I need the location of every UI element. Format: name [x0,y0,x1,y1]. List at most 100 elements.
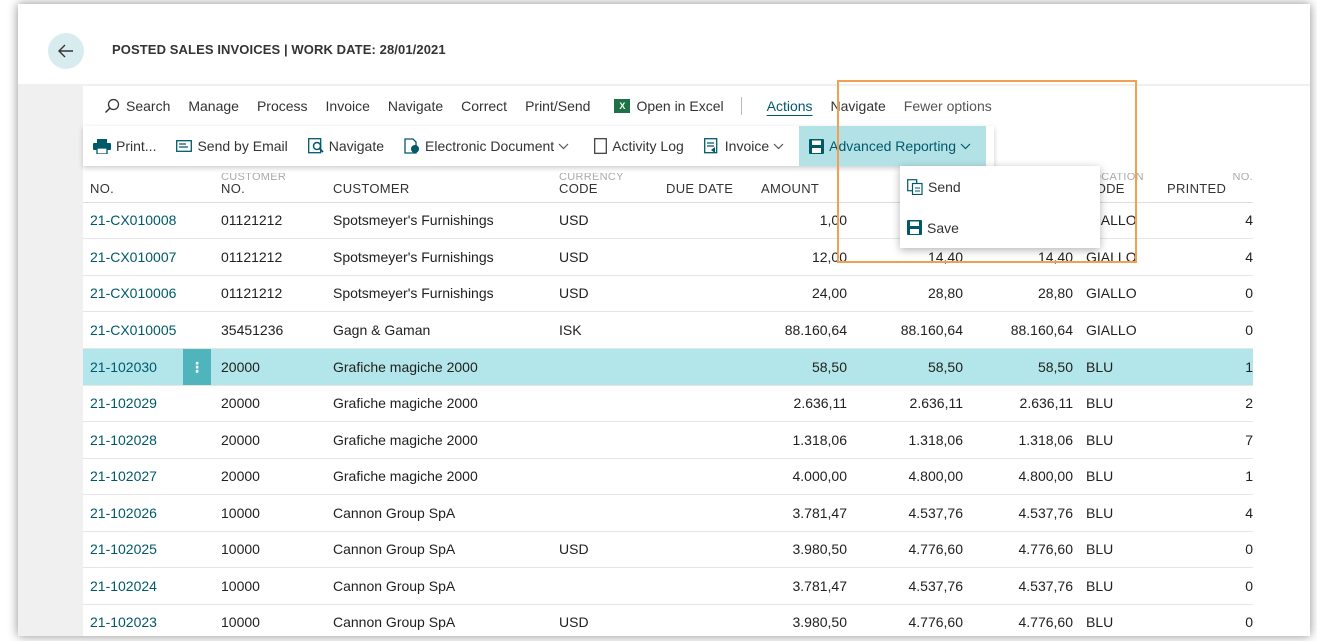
email-icon [176,140,193,152]
header-no[interactable]: NO. [83,166,183,203]
invoice-button[interactable]: Invoice [694,126,799,166]
cell-due-date [666,458,761,495]
cell-invoice-no[interactable]: 21-102028 [83,421,183,459]
table-row[interactable]: 21-102024 10000 Cannon Group SpA 3.781,47 4.… [83,567,1253,605]
cell-amount-incl-vat: 4.537,76 [847,494,963,532]
table-row[interactable]: 21-102030 ⋮ 20000 Grafiche magiche 2000 58,5… [83,348,1253,386]
cell-location-code: BLU [1073,567,1167,605]
table-row[interactable]: 21-102025 10000 Cannon Group SpA USD 3.980,5… [83,531,1253,568]
cell-no-printed: 4 [1167,202,1253,239]
menu-print-send[interactable]: Print/Send [516,98,599,114]
print-button[interactable]: Print... [83,126,166,166]
open-in-excel-button[interactable]: X Open in Excel [605,98,732,114]
cell-due-date [666,275,761,312]
electronic-document-button[interactable]: Electronic Document [394,126,584,166]
cell-customer-name: Spotsmeyer's Furnishings [333,275,559,312]
table-row[interactable]: 21-102029 20000 Grafiche magiche 2000 2.636… [83,385,1253,422]
tab-actions[interactable]: Actions [758,98,822,114]
send-menu-item[interactable]: Send [900,166,1100,207]
header-amount[interactable]: AMOUNT [761,166,847,203]
menu-manage[interactable]: Manage [179,98,248,114]
cell-invoice-no[interactable]: 21-102027 [83,458,183,495]
activity-log-button[interactable]: Activity Log [584,126,694,166]
header-customer-no[interactable]: CUSTOMER NO. [221,166,333,203]
menu-correct[interactable]: Correct [452,98,516,114]
cell-invoice-no[interactable]: 21-102025 [83,531,183,568]
row-menu-icon[interactable]: ⋮ [183,348,211,385]
cell-amount-incl-vat: 4.776,60 [847,531,963,568]
header-customer-no-label: NO. [221,180,246,196]
cell-amount: 58,50 [761,348,847,386]
cell-amount-incl-vat: 4.776,60 [847,604,963,641]
cell-row-menu [183,275,221,312]
cell-row-menu [183,421,221,459]
table-row[interactable]: 21-CX010006 01121212 Spotsmeyer's Furnishi… [83,275,1253,312]
tab-navigate[interactable]: Navigate [822,98,895,114]
cell-invoice-no[interactable]: 21-102026 [83,494,183,532]
table-row[interactable]: 21-102028 20000 Grafiche magiche 2000 1.318… [83,421,1253,459]
cell-invoice-no[interactable]: 21-102024 [83,567,183,605]
send-by-email-button[interactable]: Send by Email [166,126,297,166]
cell-currency-code: USD [559,238,666,276]
invoice-label: Invoice [724,138,770,154]
cell-invoice-no[interactable]: 21-102029 [83,385,183,422]
cell-remaining-amount: 4.776,60 [963,604,1073,641]
cell-amount: 2.636,11 [761,385,847,422]
cell-customer-name: Cannon Group SpA [333,494,559,532]
menu-navigate[interactable]: Navigate [379,98,452,114]
cell-customer-no: 20000 [221,458,333,495]
header-printed-top: NO. [1232,172,1253,181]
cell-customer-name: Spotsmeyer's Furnishings [333,238,559,276]
cell-amount-incl-vat: 88.160,64 [847,311,963,349]
cell-invoice-no[interactable]: 21-102030 [83,348,183,386]
table-row[interactable]: 21-CX010005 35451236 Gagn & Gaman ISK 88.160… [83,311,1253,349]
header-printed-label: PRINTED [1167,180,1227,196]
cell-currency-code: USD [559,531,666,568]
header-customer[interactable]: CUSTOMER [333,166,559,203]
table-row[interactable]: 21-102026 10000 Cannon Group SpA 3.781,47 4.… [83,494,1253,532]
cell-currency-code [559,348,666,386]
header-due-date[interactable]: DUE DATE [666,166,761,203]
cell-remaining-amount: 4.800,00 [963,458,1073,495]
cell-due-date [666,567,761,605]
cell-amount-incl-vat: 58,50 [847,348,963,386]
cell-invoice-no[interactable]: 21-102023 [83,604,183,641]
command-bar-divider [740,97,742,115]
cell-amount-incl-vat: 4.537,76 [847,567,963,605]
table-row[interactable]: 21-102023 10000 Cannon Group SpA USD 3.980,5… [83,604,1253,641]
header-currency-code[interactable]: CURRENCY CODE [559,166,666,203]
advanced-reporting-dropdown: Send Save [900,166,1100,248]
cell-customer-no: 10000 [221,567,333,605]
header-no-printed[interactable]: NO. PRINTED [1167,166,1253,203]
advanced-reporting-button[interactable]: Advanced Reporting [799,126,987,166]
cell-row-menu [183,604,221,641]
cell-invoice-no[interactable]: 21-CX010005 [83,311,183,349]
cell-row-menu [183,238,221,276]
navigate-icon [307,138,324,154]
cell-amount: 12,00 [761,238,847,276]
table-row[interactable]: 21-102027 20000 Grafiche magiche 2000 4.000… [83,458,1253,495]
back-button[interactable] [48,33,84,69]
menu-invoice[interactable]: Invoice [317,98,379,114]
cell-customer-no: 20000 [221,348,333,386]
invoice-icon [703,138,718,154]
cell-invoice-no[interactable]: 21-CX010008 [83,202,183,239]
navigate-label: Navigate [328,138,385,154]
cell-invoice-no[interactable]: 21-CX010007 [83,238,183,276]
search-button[interactable]: Search [95,98,179,114]
cell-invoice-no[interactable]: 21-CX010006 [83,275,183,312]
cell-location-code: BLU [1073,385,1167,422]
printer-icon [93,138,111,154]
electronic-document-icon [404,138,420,154]
fewer-options-button[interactable]: Fewer options [895,98,1001,114]
header-customer-no-top: CUSTOMER [221,172,287,181]
cell-location-code: BLU [1073,348,1167,386]
cell-location-code: GIALLO [1073,311,1167,349]
cell-row-menu [183,531,221,568]
cell-row-menu[interactable]: ⋮ [183,348,221,386]
save-menu-item[interactable]: Save [900,207,1100,248]
navigate-button[interactable]: Navigate [298,126,394,166]
cell-row-menu [183,311,221,349]
cell-amount-incl-vat: 4.800,00 [847,458,963,495]
menu-process[interactable]: Process [248,98,317,114]
